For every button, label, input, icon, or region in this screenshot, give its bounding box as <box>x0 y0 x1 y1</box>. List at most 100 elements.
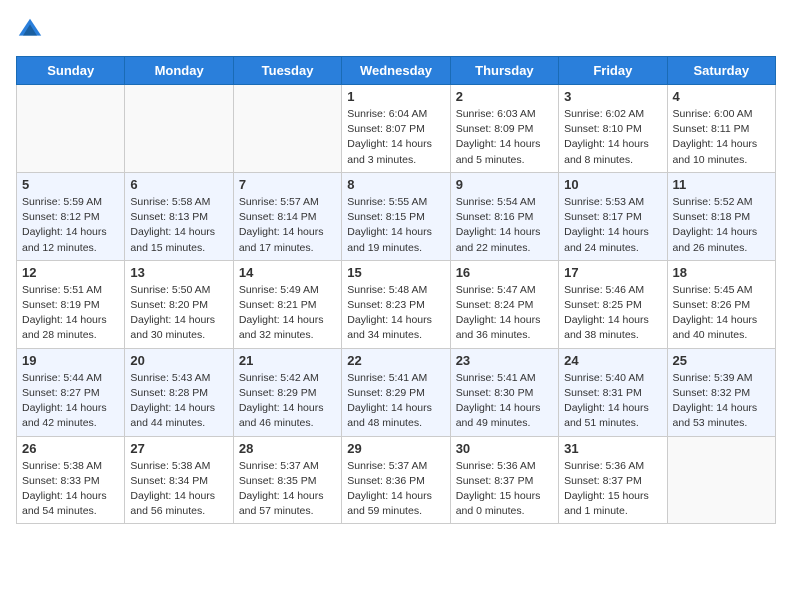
calendar-cell: 7 Sunrise: 5:57 AMSunset: 8:14 PMDaylight… <box>233 172 341 260</box>
cell-info: Sunrise: 5:43 AMSunset: 8:28 PMDaylight:… <box>130 371 227 432</box>
cell-info: Sunrise: 5:41 AMSunset: 8:29 PMDaylight:… <box>347 371 444 432</box>
calendar-week-row: 5Sunrise: 5:59 AMSunset: 8:12 PMDaylight… <box>17 172 776 260</box>
day-of-week-header: Tuesday <box>233 57 341 85</box>
calendar-cell: 18 Sunrise: 5:45 AMSunset: 8:26 PMDayligh… <box>667 260 775 348</box>
cell-info: Sunrise: 5:36 AMSunset: 8:37 PMDaylight:… <box>456 459 553 520</box>
calendar-cell: 11 Sunrise: 5:52 AMSunset: 8:18 PMDayligh… <box>667 172 775 260</box>
cell-info: Sunrise: 5:47 AMSunset: 8:24 PMDaylight:… <box>456 283 553 344</box>
day-number: 15 <box>347 265 444 280</box>
calendar-cell: 12Sunrise: 5:51 AMSunset: 8:19 PMDayligh… <box>17 260 125 348</box>
calendar-cell: 13 Sunrise: 5:50 AMSunset: 8:20 PMDayligh… <box>125 260 233 348</box>
day-number: 30 <box>456 441 553 456</box>
calendar-cell: 19Sunrise: 5:44 AMSunset: 8:27 PMDayligh… <box>17 348 125 436</box>
cell-info: Sunrise: 5:41 AMSunset: 8:30 PMDaylight:… <box>456 371 553 432</box>
cell-info: Sunrise: 5:37 AMSunset: 8:36 PMDaylight:… <box>347 459 444 520</box>
day-number: 28 <box>239 441 336 456</box>
cell-info: Sunrise: 5:38 AMSunset: 8:34 PMDaylight:… <box>130 459 227 520</box>
cell-info: Sunrise: 5:50 AMSunset: 8:20 PMDaylight:… <box>130 283 227 344</box>
day-number: 14 <box>239 265 336 280</box>
day-number: 18 <box>673 265 770 280</box>
calendar-week-row: 12Sunrise: 5:51 AMSunset: 8:19 PMDayligh… <box>17 260 776 348</box>
calendar-cell: 25 Sunrise: 5:39 AMSunset: 8:32 PMDayligh… <box>667 348 775 436</box>
calendar-week-row: 26Sunrise: 5:38 AMSunset: 8:33 PMDayligh… <box>17 436 776 524</box>
cell-info: Sunrise: 5:48 AMSunset: 8:23 PMDaylight:… <box>347 283 444 344</box>
day-number: 12 <box>22 265 119 280</box>
day-number: 27 <box>130 441 227 456</box>
calendar-cell: 22 Sunrise: 5:41 AMSunset: 8:29 PMDayligh… <box>342 348 450 436</box>
day-of-week-header: Monday <box>125 57 233 85</box>
day-number: 24 <box>564 353 661 368</box>
day-number: 6 <box>130 177 227 192</box>
calendar-cell: 5Sunrise: 5:59 AMSunset: 8:12 PMDaylight… <box>17 172 125 260</box>
calendar-header-row: SundayMondayTuesdayWednesdayThursdayFrid… <box>17 57 776 85</box>
cell-info: Sunrise: 5:37 AMSunset: 8:35 PMDaylight:… <box>239 459 336 520</box>
day-number: 13 <box>130 265 227 280</box>
cell-info: Sunrise: 5:45 AMSunset: 8:26 PMDaylight:… <box>673 283 770 344</box>
day-number: 1 <box>347 89 444 104</box>
day-number: 3 <box>564 89 661 104</box>
day-number: 17 <box>564 265 661 280</box>
calendar-cell: 15 Sunrise: 5:48 AMSunset: 8:23 PMDayligh… <box>342 260 450 348</box>
cell-info: Sunrise: 5:55 AMSunset: 8:15 PMDaylight:… <box>347 195 444 256</box>
calendar-cell: 17 Sunrise: 5:46 AMSunset: 8:25 PMDayligh… <box>559 260 667 348</box>
calendar-cell: 31 Sunrise: 5:36 AMSunset: 8:37 PMDayligh… <box>559 436 667 524</box>
calendar-cell: 24 Sunrise: 5:40 AMSunset: 8:31 PMDayligh… <box>559 348 667 436</box>
calendar-cell <box>125 85 233 173</box>
day-number: 21 <box>239 353 336 368</box>
calendar-cell: 1 Sunrise: 6:04 AMSunset: 8:07 PMDaylight… <box>342 85 450 173</box>
cell-info: Sunrise: 5:38 AMSunset: 8:33 PMDaylight:… <box>22 459 119 520</box>
day-number: 25 <box>673 353 770 368</box>
cell-info: Sunrise: 5:54 AMSunset: 8:16 PMDaylight:… <box>456 195 553 256</box>
calendar-week-row: 19Sunrise: 5:44 AMSunset: 8:27 PMDayligh… <box>17 348 776 436</box>
day-of-week-header: Wednesday <box>342 57 450 85</box>
calendar-cell: 10Sunrise: 5:53 AMSunset: 8:17 PMDayligh… <box>559 172 667 260</box>
day-of-week-header: Friday <box>559 57 667 85</box>
calendar-week-row: 1 Sunrise: 6:04 AMSunset: 8:07 PMDaylight… <box>17 85 776 173</box>
cell-info: Sunrise: 6:04 AMSunset: 8:07 PMDaylight:… <box>347 107 444 168</box>
cell-info: Sunrise: 5:46 AMSunset: 8:25 PMDaylight:… <box>564 283 661 344</box>
cell-info: Sunrise: 5:36 AMSunset: 8:37 PMDaylight:… <box>564 459 661 520</box>
calendar-cell: 26Sunrise: 5:38 AMSunset: 8:33 PMDayligh… <box>17 436 125 524</box>
cell-info: Sunrise: 6:02 AMSunset: 8:10 PMDaylight:… <box>564 107 661 168</box>
cell-info: Sunrise: 5:52 AMSunset: 8:18 PMDaylight:… <box>673 195 770 256</box>
calendar-cell: 30 Sunrise: 5:36 AMSunset: 8:37 PMDayligh… <box>450 436 558 524</box>
calendar-cell: 8 Sunrise: 5:55 AMSunset: 8:15 PMDaylight… <box>342 172 450 260</box>
calendar-cell: 21 Sunrise: 5:42 AMSunset: 8:29 PMDayligh… <box>233 348 341 436</box>
calendar-cell <box>233 85 341 173</box>
calendar-cell: 9 Sunrise: 5:54 AMSunset: 8:16 PMDaylight… <box>450 172 558 260</box>
calendar-cell: 27 Sunrise: 5:38 AMSunset: 8:34 PMDayligh… <box>125 436 233 524</box>
day-number: 9 <box>456 177 553 192</box>
logo <box>16 16 48 44</box>
calendar-cell: 29Sunrise: 5:37 AMSunset: 8:36 PMDayligh… <box>342 436 450 524</box>
cell-info: Sunrise: 5:42 AMSunset: 8:29 PMDaylight:… <box>239 371 336 432</box>
cell-info: Sunrise: 5:44 AMSunset: 8:27 PMDaylight:… <box>22 371 119 432</box>
cell-info: Sunrise: 5:40 AMSunset: 8:31 PMDaylight:… <box>564 371 661 432</box>
calendar-cell <box>17 85 125 173</box>
day-number: 11 <box>673 177 770 192</box>
calendar-table: SundayMondayTuesdayWednesdayThursdayFrid… <box>16 56 776 524</box>
day-number: 7 <box>239 177 336 192</box>
day-of-week-header: Sunday <box>17 57 125 85</box>
cell-info: Sunrise: 6:03 AMSunset: 8:09 PMDaylight:… <box>456 107 553 168</box>
cell-info: Sunrise: 5:39 AMSunset: 8:32 PMDaylight:… <box>673 371 770 432</box>
page-header <box>16 16 776 44</box>
calendar-cell: 20 Sunrise: 5:43 AMSunset: 8:28 PMDayligh… <box>125 348 233 436</box>
calendar-cell: 28 Sunrise: 5:37 AMSunset: 8:35 PMDayligh… <box>233 436 341 524</box>
calendar-cell: 23 Sunrise: 5:41 AMSunset: 8:30 PMDayligh… <box>450 348 558 436</box>
calendar-cell: 6Sunrise: 5:58 AMSunset: 8:13 PMDaylight… <box>125 172 233 260</box>
calendar-cell: 14Sunrise: 5:49 AMSunset: 8:21 PMDayligh… <box>233 260 341 348</box>
day-number: 20 <box>130 353 227 368</box>
day-number: 22 <box>347 353 444 368</box>
day-number: 5 <box>22 177 119 192</box>
calendar-cell <box>667 436 775 524</box>
day-number: 23 <box>456 353 553 368</box>
day-number: 8 <box>347 177 444 192</box>
day-number: 10 <box>564 177 661 192</box>
day-number: 2 <box>456 89 553 104</box>
logo-icon <box>16 16 44 44</box>
day-of-week-header: Saturday <box>667 57 775 85</box>
calendar-cell: 16 Sunrise: 5:47 AMSunset: 8:24 PMDayligh… <box>450 260 558 348</box>
day-number: 16 <box>456 265 553 280</box>
cell-info: Sunrise: 5:57 AMSunset: 8:14 PMDaylight:… <box>239 195 336 256</box>
day-number: 31 <box>564 441 661 456</box>
